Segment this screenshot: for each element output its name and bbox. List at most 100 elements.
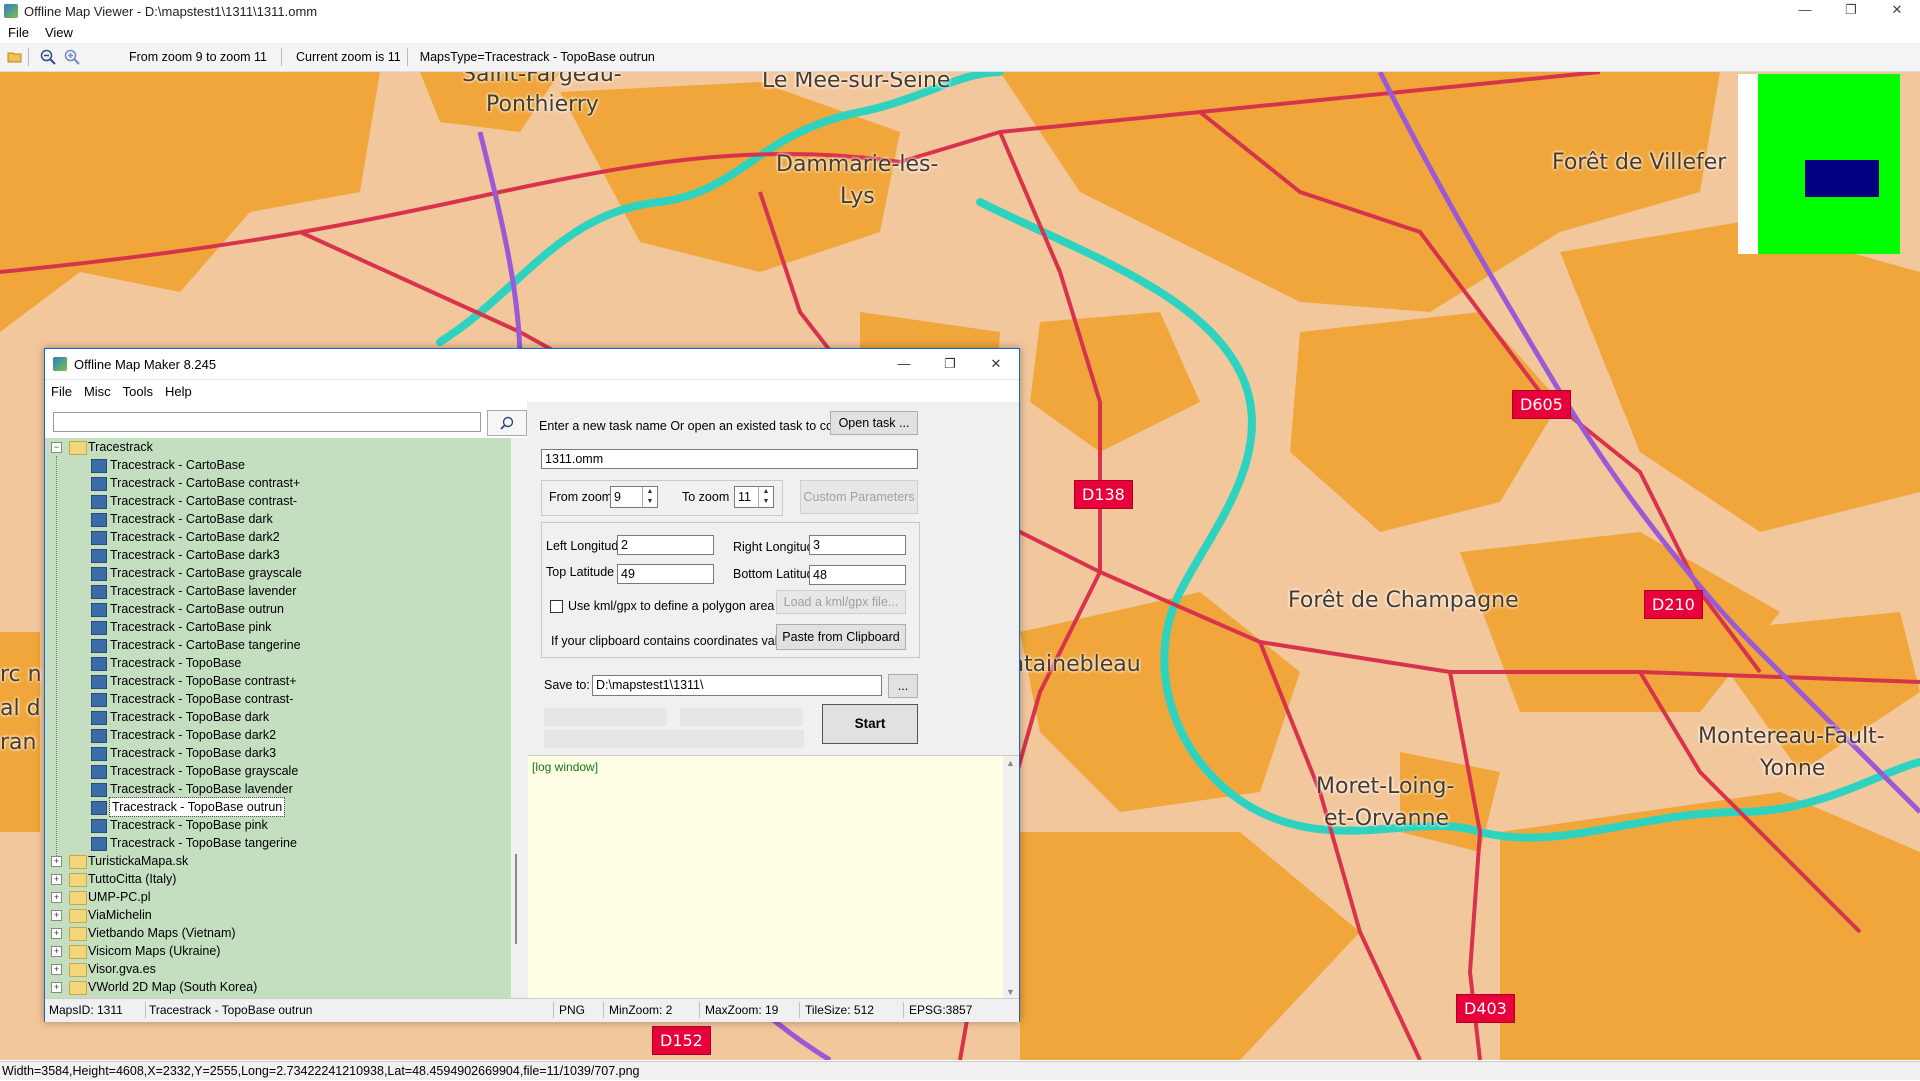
top-latitude-input[interactable]: 49: [617, 564, 714, 584]
log-scrollbar[interactable]: ▲ ▼: [1003, 756, 1019, 999]
dialog-menu-tools[interactable]: Tools: [117, 384, 159, 399]
zoom-out-icon[interactable]: [39, 48, 57, 66]
tree-item-map[interactable]: Tracestrack - TopoBase grayscale: [45, 762, 511, 780]
collapse-icon[interactable]: −: [51, 442, 62, 453]
dialog-maximize-button[interactable]: ❐: [927, 349, 973, 379]
tree-folder[interactable]: + TuristickaMapa.sk: [45, 852, 511, 870]
tree-item-map[interactable]: Tracestrack - TopoBase pink: [45, 816, 511, 834]
road-badge: D605: [1512, 390, 1571, 419]
search-input[interactable]: [53, 412, 481, 432]
expand-icon[interactable]: +: [51, 910, 62, 921]
open-folder-icon[interactable]: [6, 48, 24, 66]
menu-view[interactable]: View: [37, 25, 81, 40]
stepper-arrows-icon[interactable]: ▲ ▼: [642, 487, 657, 507]
tree-item-map[interactable]: Tracestrack - TopoBase dark: [45, 708, 511, 726]
tree-folder-label: Tracestrack: [88, 440, 153, 454]
tree-item-map[interactable]: Tracestrack - TopoBase: [45, 654, 511, 672]
open-task-button[interactable]: Open task ...: [830, 411, 918, 435]
scroll-up-icon[interactable]: ▲: [1006, 758, 1015, 768]
tree-item-map[interactable]: Tracestrack - CartoBase outrun: [45, 600, 511, 618]
tree-item-label: Tracestrack - TopoBase dark2: [110, 728, 277, 742]
tree-item-map[interactable]: Tracestrack - CartoBase: [45, 456, 511, 474]
dialog-menu-help[interactable]: Help: [159, 384, 198, 399]
log-window[interactable]: [log window] ▲ ▼: [528, 755, 1019, 999]
to-zoom-label: To zoom: [682, 490, 730, 504]
tree-folder[interactable]: + VWorld 2D Map (South Korea): [45, 978, 511, 996]
tree-folder[interactable]: + Vietbando Maps (Vietnam): [45, 924, 511, 942]
custom-parameters-button[interactable]: Custom Parameters: [800, 480, 918, 514]
expand-icon[interactable]: +: [51, 928, 62, 939]
minimap[interactable]: [1758, 74, 1900, 254]
menubar: File View: [0, 22, 1920, 42]
tree-item-map[interactable]: Tracestrack - CartoBase dark3: [45, 546, 511, 564]
scroll-down-icon[interactable]: ▼: [1006, 987, 1015, 997]
tree-folder[interactable]: + TuttoCitta (Italy): [45, 870, 511, 888]
tree-item-map[interactable]: Tracestrack - TopoBase contrast-: [45, 690, 511, 708]
tree-item-map[interactable]: Tracestrack - TopoBase outrun: [45, 797, 511, 817]
from-zoom-stepper[interactable]: 9 ▲ ▼: [610, 486, 658, 508]
toolbar-separator: [28, 48, 29, 66]
tree-scrollbar[interactable]: [511, 438, 527, 998]
browse-folder-button[interactable]: ...: [888, 674, 918, 698]
tree-item-map[interactable]: Tracestrack - TopoBase tangerine: [45, 834, 511, 852]
progress-bar-2: [680, 708, 803, 726]
tree-item-map[interactable]: Tracestrack - CartoBase dark2: [45, 528, 511, 546]
load-kml-button[interactable]: Load a kml/gpx file...: [776, 590, 906, 614]
expand-icon[interactable]: +: [51, 874, 62, 885]
tree-folder[interactable]: + UMP-PC.pl: [45, 888, 511, 906]
save-to-input[interactable]: D:\mapstest1\1311\: [592, 675, 882, 696]
tree-folder-label: TuristickaMapa.sk: [88, 854, 189, 868]
tree-item-map[interactable]: Tracestrack - CartoBase dark: [45, 510, 511, 528]
tree-item-map[interactable]: Tracestrack - TopoBase dark3: [45, 744, 511, 762]
tree-item-map[interactable]: Tracestrack - TopoBase dark2: [45, 726, 511, 744]
tree-folder[interactable]: + Visor.gva.es: [45, 960, 511, 978]
zoom-in-icon[interactable]: [63, 48, 81, 66]
map-layer-icon: [91, 567, 107, 581]
tree-item-map[interactable]: Tracestrack - CartoBase pink: [45, 618, 511, 636]
left-longitude-input[interactable]: 2: [617, 535, 714, 555]
tree-item-map[interactable]: Tracestrack - CartoBase grayscale: [45, 564, 511, 582]
bottom-latitude-input[interactable]: 48: [809, 565, 906, 585]
status-epsg: EPSG:3857: [909, 1003, 973, 1017]
dialog-menu-misc[interactable]: Misc: [78, 384, 117, 399]
tree-folder[interactable]: + Visicom Maps (Ukraine): [45, 942, 511, 960]
to-zoom-stepper[interactable]: 11 ▲ ▼: [734, 486, 774, 508]
tree-item-map[interactable]: Tracestrack - TopoBase lavender: [45, 780, 511, 798]
expand-icon[interactable]: +: [51, 946, 62, 957]
dialog-window-controls: — ❐ ✕: [881, 349, 1019, 379]
tree-item-map[interactable]: Tracestrack - CartoBase contrast-: [45, 492, 511, 510]
maximize-button[interactable]: ❐: [1828, 0, 1874, 22]
expand-icon[interactable]: +: [51, 982, 62, 993]
dialog-minimize-button[interactable]: —: [881, 349, 927, 379]
expand-icon[interactable]: +: [51, 892, 62, 903]
tree-folder-tracestrack[interactable]: − Tracestrack: [45, 438, 511, 456]
right-longitude-input[interactable]: 3: [809, 535, 906, 555]
map-label: rc n: [0, 662, 42, 687]
tree-folder[interactable]: + ViaMichelin: [45, 906, 511, 924]
tree-item-map[interactable]: Tracestrack - CartoBase lavender: [45, 582, 511, 600]
close-button[interactable]: ✕: [1874, 0, 1920, 22]
road-badge: D210: [1644, 590, 1703, 619]
task-name-input[interactable]: 1311.omm: [541, 449, 918, 469]
tree-item-map[interactable]: Tracestrack - CartoBase tangerine: [45, 636, 511, 654]
tree-scrollbar-thumb[interactable]: [515, 854, 517, 944]
tree-item-map[interactable]: Tracestrack - CartoBase contrast+: [45, 474, 511, 492]
road-badge: D138: [1074, 480, 1133, 509]
stepper-arrows-icon[interactable]: ▲ ▼: [758, 487, 773, 507]
tree-children: Tracestrack - CartoBase Tracestrack - Car…: [45, 456, 511, 852]
menu-file[interactable]: File: [0, 25, 37, 40]
expand-icon[interactable]: +: [51, 964, 62, 975]
tree-item-map[interactable]: Tracestrack - TopoBase contrast+: [45, 672, 511, 690]
expand-icon[interactable]: +: [51, 856, 62, 867]
dialog-close-button[interactable]: ✕: [973, 349, 1019, 379]
start-button[interactable]: Start: [822, 704, 918, 744]
paste-from-clipboard-button[interactable]: Paste from Clipboard: [776, 624, 906, 650]
search-button[interactable]: [487, 410, 527, 436]
kml-polygon-checkbox[interactable]: [550, 600, 563, 613]
minimap-viewport[interactable]: [1805, 160, 1879, 197]
clipboard-label: If your clipboard contains coordinates v…: [551, 634, 802, 648]
folder-icon: [69, 891, 87, 905]
maps-tree[interactable]: − Tracestrack Tracestrack - CartoBase Tra…: [45, 438, 511, 998]
dialog-menu-file[interactable]: File: [45, 384, 78, 399]
minimize-button[interactable]: —: [1782, 0, 1828, 22]
